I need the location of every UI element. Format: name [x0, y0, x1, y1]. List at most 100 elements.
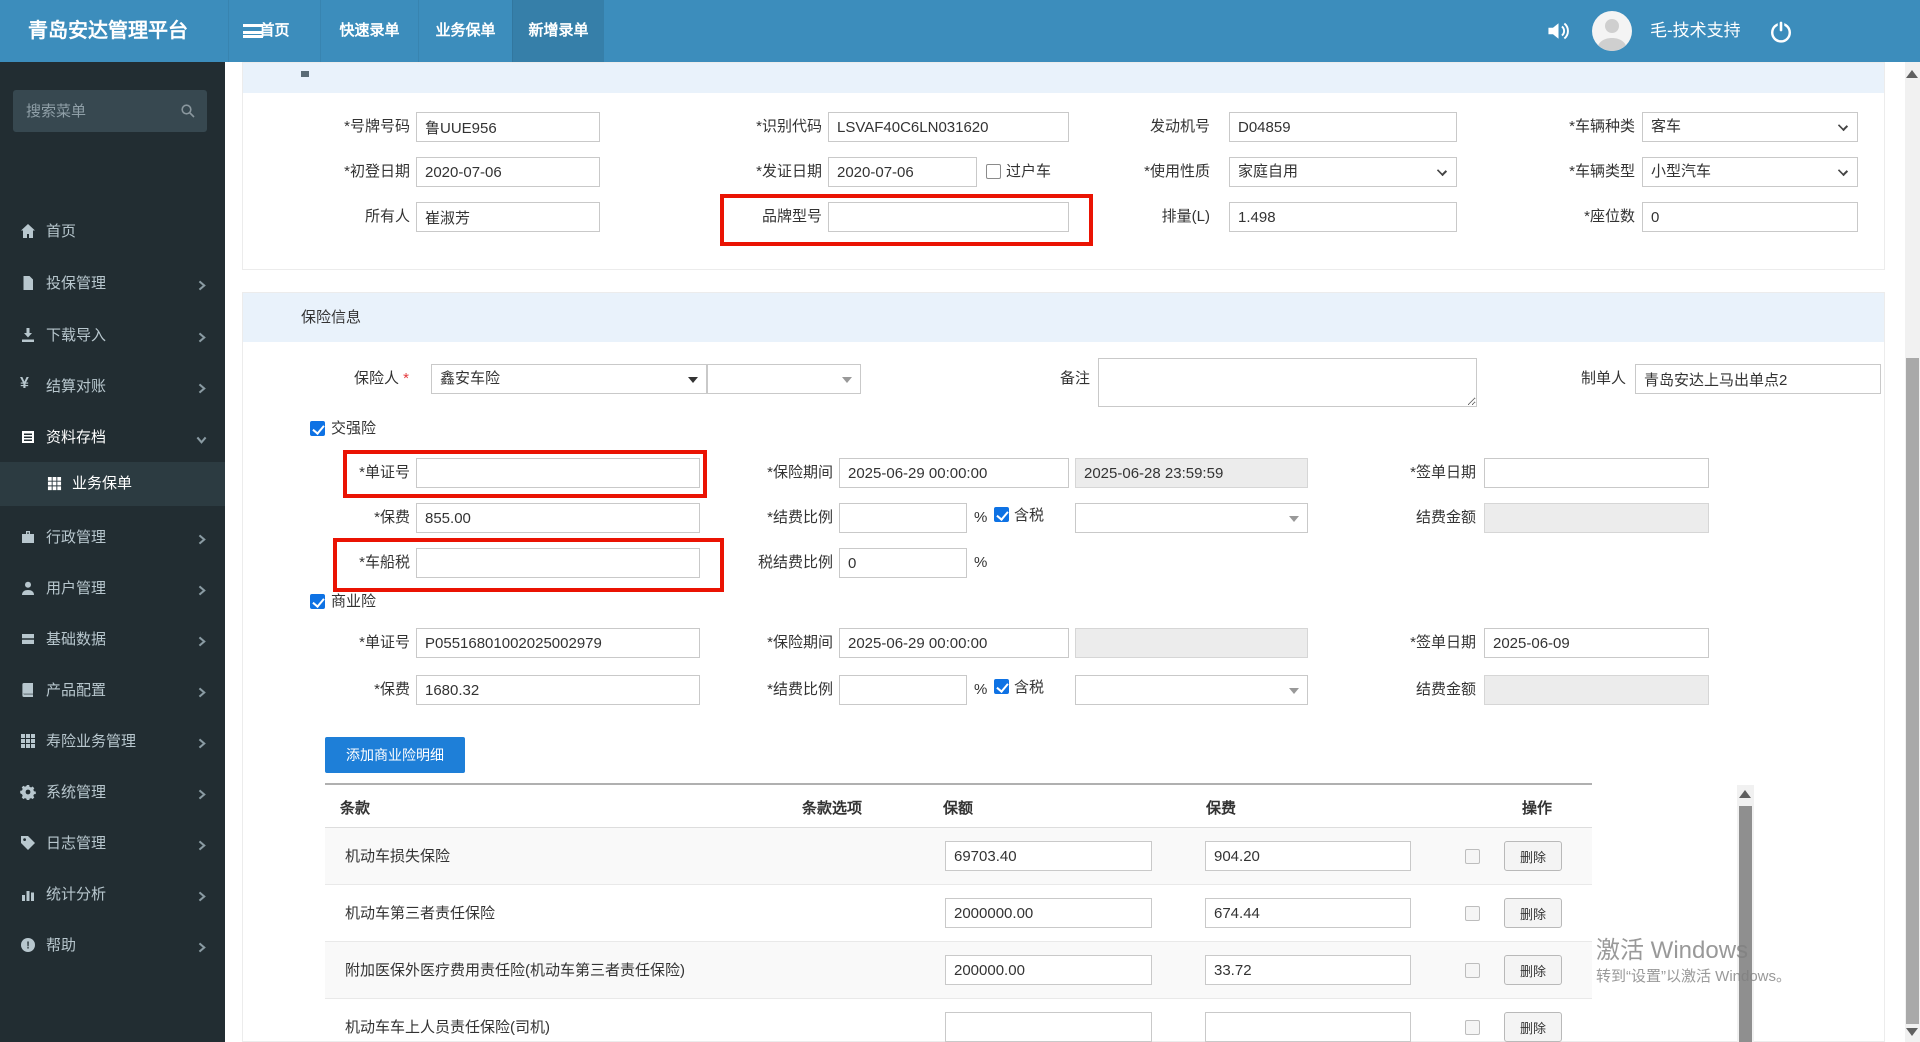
- owner-input[interactable]: [416, 202, 600, 232]
- seats-input[interactable]: [1642, 202, 1858, 232]
- amount-input[interactable]: [945, 898, 1152, 928]
- jqx-sign-date-input[interactable]: [1484, 458, 1709, 488]
- syx-checkbox[interactable]: [310, 594, 325, 609]
- user-name[interactable]: 毛-技术支持: [1650, 0, 1741, 62]
- jqx-label[interactable]: 交强险: [331, 420, 376, 438]
- syx-cert-input[interactable]: [416, 628, 700, 658]
- firstreg-input[interactable]: [416, 157, 600, 187]
- row-checkbox[interactable]: [1465, 963, 1480, 978]
- sidebar-item-data-archive[interactable]: 资料存档: [0, 417, 225, 459]
- delete-button[interactable]: 删除: [1504, 1012, 1562, 1042]
- power-icon[interactable]: [1768, 18, 1794, 49]
- brand-model-input[interactable]: [828, 202, 1069, 232]
- add-commercial-detail-button[interactable]: 添加商业险明细: [325, 737, 465, 773]
- user-avatar[interactable]: [1592, 11, 1632, 51]
- row-checkbox[interactable]: [1465, 1020, 1480, 1035]
- delete-button[interactable]: 删除: [1504, 898, 1562, 928]
- syx-fee-select[interactable]: [1075, 675, 1308, 705]
- amount-input[interactable]: [945, 1012, 1152, 1042]
- delete-button[interactable]: 删除: [1504, 955, 1562, 985]
- tab-home[interactable]: 首页: [228, 0, 320, 62]
- sidebar-subitem-business-policy[interactable]: 业务保单: [0, 462, 225, 506]
- sidebar-item-product-config[interactable]: 产品配置: [0, 670, 225, 712]
- tab-business-policy[interactable]: 业务保单: [418, 0, 512, 62]
- jqx-tax-included-checkbox[interactable]: [994, 507, 1009, 522]
- page-scrollbar-down-arrow[interactable]: [1906, 1028, 1918, 1036]
- app-window: 青岛安达管理平台 首页 快速录单 业务保单 新增录单 毛-技术支持 首页: [0, 0, 1920, 1042]
- premium-input[interactable]: [1205, 898, 1411, 928]
- grid-icon: [47, 476, 62, 495]
- search-icon[interactable]: [180, 103, 196, 124]
- table-scrollbar-up-arrow[interactable]: [1739, 790, 1751, 798]
- sidebar-item-settlement[interactable]: ¥ 结算对账: [0, 366, 225, 408]
- sidebar-item-life-insurance[interactable]: 寿险业务管理: [0, 721, 225, 763]
- chevron-right-icon: [196, 278, 207, 295]
- jqx-vessel-tax-input[interactable]: [416, 548, 700, 578]
- syx-label[interactable]: 商业险: [331, 593, 376, 611]
- jqx-cert-input[interactable]: [416, 458, 700, 488]
- plate-input[interactable]: [416, 112, 600, 142]
- premium-input[interactable]: [1205, 955, 1411, 985]
- vin-input[interactable]: [828, 112, 1069, 142]
- jqx-premium-input[interactable]: [416, 503, 700, 533]
- delete-button[interactable]: 删除: [1504, 841, 1562, 871]
- sidebar-item-insure-mgmt[interactable]: 投保管理: [0, 263, 225, 305]
- sidebar-item-statistics[interactable]: 统计分析: [0, 874, 225, 916]
- jqx-checkbox[interactable]: [310, 421, 325, 436]
- sidebar-item-admin-mgmt[interactable]: 行政管理: [0, 517, 225, 559]
- sidebar-item-user-mgmt[interactable]: 用户管理: [0, 568, 225, 610]
- premium-input[interactable]: [1205, 1012, 1411, 1042]
- vehicle-kind-select[interactable]: 客车: [1642, 112, 1858, 142]
- displacement-input[interactable]: [1229, 202, 1457, 232]
- clause-name: 机动车车上人员责任保险(司机): [345, 1019, 550, 1036]
- brand-title: 青岛安达管理平台: [0, 0, 225, 62]
- transfer-checkbox[interactable]: [986, 164, 1001, 179]
- sidebar-item-download-import[interactable]: 下载导入: [0, 315, 225, 357]
- vehicle-type-select[interactable]: 小型汽车: [1642, 157, 1858, 187]
- jqx-tax-included-label[interactable]: 含税: [1014, 507, 1044, 525]
- brand-model-label: 品牌型号: [761, 208, 822, 225]
- premium-input[interactable]: [1205, 841, 1411, 871]
- amount-input[interactable]: [945, 841, 1152, 871]
- remark-textarea[interactable]: [1098, 358, 1477, 407]
- issue-date-input[interactable]: [828, 157, 977, 187]
- insurer-select[interactable]: 鑫安车险: [431, 364, 707, 394]
- sidebar-item-base-data[interactable]: 基础数据: [0, 619, 225, 661]
- engine-input[interactable]: [1229, 112, 1457, 142]
- sidebar-item-home[interactable]: 首页: [0, 211, 225, 253]
- jqx-taxratio-input[interactable]: [839, 548, 967, 578]
- insurer-sub-select[interactable]: [707, 364, 861, 394]
- page-scrollbar-up-arrow[interactable]: [1906, 70, 1918, 78]
- sidebar-item-log-mgmt[interactable]: 日志管理: [0, 823, 225, 865]
- sidebar-item-system-mgmt[interactable]: 系统管理: [0, 772, 225, 814]
- syx-period-label: *保险期间: [767, 634, 833, 651]
- chevron-down-icon: [1436, 165, 1448, 177]
- jqx-period-start-input[interactable]: [839, 458, 1069, 488]
- tag-icon: [20, 835, 36, 855]
- caret-down-icon: [688, 377, 698, 383]
- sidebar-search-input[interactable]: [14, 91, 174, 131]
- amount-input[interactable]: [945, 955, 1152, 985]
- usage-select[interactable]: 家庭自用: [1229, 157, 1457, 187]
- archive-icon: [20, 429, 36, 449]
- jqx-ratio-input[interactable]: [839, 503, 967, 533]
- tab-new-entry[interactable]: 新增录单: [512, 0, 604, 62]
- table-scrollbar-thumb[interactable]: [1739, 806, 1752, 1042]
- syx-ratio-input[interactable]: [839, 675, 967, 705]
- syx-tax-included-checkbox[interactable]: [994, 679, 1009, 694]
- syx-period-start-input[interactable]: [839, 628, 1069, 658]
- row-checkbox[interactable]: [1465, 849, 1480, 864]
- page-scrollbar-thumb[interactable]: [1906, 358, 1919, 1024]
- sidebar-search: [13, 90, 207, 132]
- tab-quick-entry[interactable]: 快速录单: [320, 0, 418, 62]
- syx-fee-amount-input: [1484, 675, 1709, 705]
- issuer-input[interactable]: [1635, 364, 1881, 394]
- jqx-fee-select[interactable]: [1075, 503, 1308, 533]
- syx-tax-included-label[interactable]: 含税: [1014, 679, 1044, 697]
- speaker-icon[interactable]: [1546, 18, 1572, 49]
- sidebar-item-help[interactable]: ! 帮助: [0, 925, 225, 967]
- row-checkbox[interactable]: [1465, 906, 1480, 921]
- syx-premium-input[interactable]: [416, 675, 700, 705]
- syx-sign-date-input[interactable]: [1484, 628, 1709, 658]
- transfer-label[interactable]: 过户车: [1006, 163, 1051, 181]
